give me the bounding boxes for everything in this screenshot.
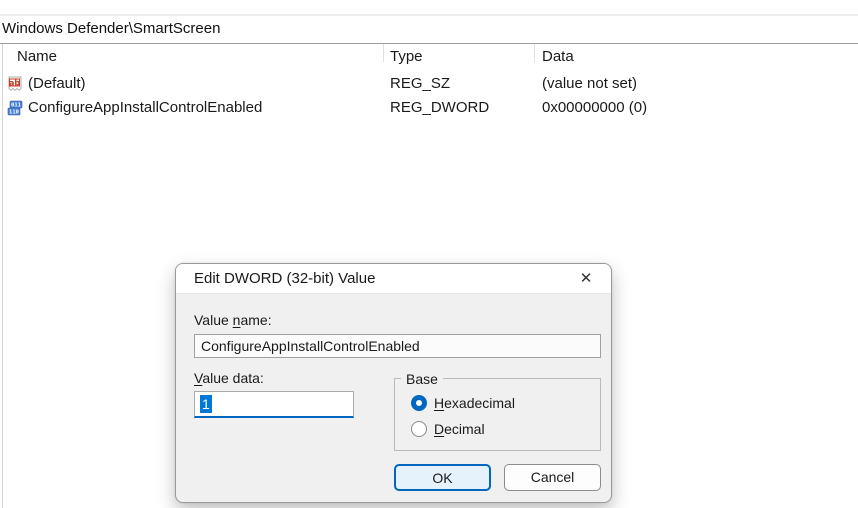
hexadecimal-radio-label[interactable]: Hexadecimal: [434, 395, 515, 412]
registry-path: Windows Defender\SmartScreen: [2, 20, 220, 37]
column-separator[interactable]: [383, 44, 384, 62]
dword-value-icon: 011 110: [7, 100, 23, 116]
column-header-name[interactable]: Name: [17, 47, 57, 67]
base-groupbox: [394, 378, 601, 451]
table-row-configureappinstallcontrolenabled[interactable]: 011 110 ConfigureAppInstallControlEnable…: [3, 96, 858, 120]
column-header-data[interactable]: Data: [542, 47, 574, 67]
selected-value-text: 1: [200, 395, 212, 413]
edit-dword-dialog: Edit DWORD (32-bit) Value ✕ Value name: …: [175, 263, 612, 503]
value-data-input[interactable]: 1: [194, 391, 354, 418]
value-name-cell: ConfigureAppInstallControlEnabled: [28, 96, 262, 120]
list-pane-border-top: [0, 43, 858, 44]
close-icon: ✕: [580, 270, 593, 287]
decimal-radio-label[interactable]: Decimal: [434, 421, 485, 438]
string-value-icon: ab: [7, 76, 23, 92]
column-header-type[interactable]: Type: [390, 47, 423, 67]
dialog-titlebar: Edit DWORD (32-bit) Value ✕: [176, 264, 611, 294]
value-data-cell: (value not set): [542, 72, 637, 96]
svg-text:110: 110: [9, 110, 19, 116]
base-groupbox-label: Base: [401, 371, 443, 387]
svg-text:ab: ab: [9, 78, 20, 87]
close-button[interactable]: ✕: [567, 264, 605, 294]
toolbar-divider: [0, 14, 858, 16]
cancel-button[interactable]: Cancel: [504, 464, 601, 491]
column-separator[interactable]: [534, 44, 535, 62]
value-type-cell: REG_SZ: [390, 72, 450, 96]
hexadecimal-radio[interactable]: [411, 395, 427, 411]
svg-text:011: 011: [11, 103, 22, 109]
dialog-title: Edit DWORD (32-bit) Value: [194, 264, 375, 294]
value-type-cell: REG_DWORD: [390, 96, 489, 120]
value-name-label: Value name:: [194, 312, 272, 328]
decimal-radio[interactable]: [411, 421, 427, 437]
ok-button[interactable]: OK: [394, 464, 491, 491]
value-name-field[interactable]: ConfigureAppInstallControlEnabled: [194, 334, 601, 358]
table-row-default[interactable]: ab (Default) REG_SZ (value not set): [3, 72, 858, 96]
value-name-cell: (Default): [28, 72, 86, 96]
value-data-cell: 0x00000000 (0): [542, 96, 647, 120]
value-data-label: Value data:: [194, 370, 264, 386]
